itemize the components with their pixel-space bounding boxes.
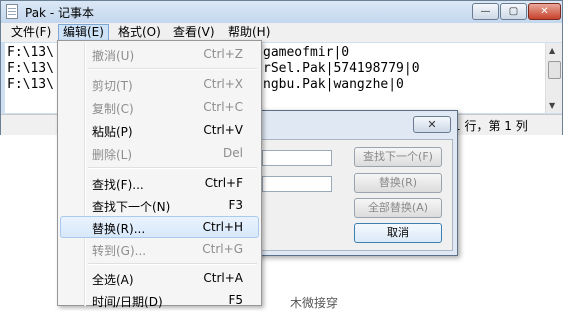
menu-item-label: 替换(R)... xyxy=(92,222,146,236)
menu-item-label: 粘贴(P) xyxy=(92,125,133,139)
scroll-thumb[interactable] xyxy=(548,61,561,79)
menu-item-shortcut: Ctrl+Z xyxy=(203,47,243,61)
cursor-position: 1 行，第 1 列 xyxy=(453,119,528,133)
replace-with-input[interactable] xyxy=(262,176,332,192)
cancel-button[interactable]: 取消 xyxy=(354,223,442,243)
editor-line-3-end: ngbu.Pak|wangzhe|0 xyxy=(263,77,404,92)
editor-line-2-start: F:\13\ xyxy=(7,61,54,76)
menu-format[interactable]: 格式(O) xyxy=(114,24,165,41)
menu-item-shortcut: Ctrl+G xyxy=(202,242,243,256)
menu-help[interactable]: 帮助(H) xyxy=(224,24,274,41)
find-what-input[interactable] xyxy=(262,150,332,166)
menu-edit[interactable]: 编辑(E) xyxy=(58,24,109,41)
menu-item-find-next[interactable]: 查找下一个(N) F3 xyxy=(60,194,259,216)
menu-item-label: 剪切(T) xyxy=(92,79,133,93)
maximize-button[interactable]: ▢ xyxy=(500,3,527,20)
menu-item-label: 转到(G)... xyxy=(92,244,147,258)
menu-item-undo[interactable]: 撤消(U) Ctrl+Z xyxy=(60,43,259,65)
scroll-down-icon[interactable]: ▼ xyxy=(549,101,555,110)
vertical-scrollbar[interactable]: ▲ ▼ xyxy=(545,43,562,113)
menu-item-delete[interactable]: 删除(L) Del xyxy=(60,142,259,164)
menu-item-cut[interactable]: 剪切(T) Ctrl+X xyxy=(60,73,259,95)
menu-item-label: 查找(F)... xyxy=(92,178,144,192)
menu-item-label: 复制(C) xyxy=(92,102,134,116)
editor-line-1-start: F:\13\ xyxy=(7,45,54,60)
menu-separator xyxy=(88,68,257,70)
menu-item-shortcut: F5 xyxy=(228,293,243,307)
replace-all-button[interactable]: 全部替换(A) xyxy=(354,198,442,218)
scroll-up-icon[interactable]: ▲ xyxy=(549,46,555,55)
menu-item-shortcut: Ctrl+F xyxy=(204,176,243,190)
menu-item-time-date[interactable]: 时间/日期(D) F5 xyxy=(60,289,259,311)
dialog-close-button[interactable]: ✕ xyxy=(413,116,451,133)
title-bar[interactable]: Pak - 记事本 — ▢ ✕ xyxy=(1,1,562,23)
menu-item-paste[interactable]: 粘贴(P) Ctrl+V xyxy=(60,119,259,141)
close-button[interactable]: ✕ xyxy=(528,3,561,20)
menu-view[interactable]: 查看(V) xyxy=(169,24,219,41)
minimize-button[interactable]: — xyxy=(472,3,499,20)
replace-button[interactable]: 替换(R) xyxy=(354,173,442,193)
menu-file[interactable]: 文件(F) xyxy=(7,24,55,41)
menu-item-label: 查找下一个(N) xyxy=(92,200,171,214)
menu-item-goto[interactable]: 转到(G)... Ctrl+G xyxy=(60,238,259,260)
menu-item-shortcut: Ctrl+H xyxy=(202,220,243,234)
menu-item-shortcut: Ctrl+A xyxy=(203,271,243,285)
edit-menu-dropdown: 撤消(U) Ctrl+Z 剪切(T) Ctrl+X 复制(C) Ctrl+C 粘… xyxy=(57,40,262,309)
menu-item-shortcut: Ctrl+V xyxy=(203,123,243,137)
menu-item-label: 时间/日期(D) xyxy=(92,295,163,309)
menu-item-shortcut: Ctrl+C xyxy=(203,100,243,114)
menu-item-shortcut: Ctrl+X xyxy=(203,77,243,91)
editor-line-2-end: rSel.Pak|574198779|0 xyxy=(263,61,420,76)
menu-item-copy[interactable]: 复制(C) Ctrl+C xyxy=(60,96,259,118)
menu-item-find[interactable]: 查找(F)... Ctrl+F xyxy=(60,172,259,194)
menu-separator xyxy=(88,167,257,169)
notepad-icon xyxy=(6,4,18,19)
editor-line-3-start: F:\13\ xyxy=(7,77,54,92)
menu-item-label: 删除(L) xyxy=(92,148,133,162)
menu-item-select-all[interactable]: 全选(A) Ctrl+A xyxy=(60,267,259,289)
find-next-button[interactable]: 查找下一个(F) xyxy=(354,147,442,167)
window-title: Pak - 记事本 xyxy=(25,6,94,20)
menu-item-shortcut: Del xyxy=(223,146,243,160)
menu-item-shortcut: F3 xyxy=(228,198,243,212)
menu-item-replace[interactable]: 替换(R)... Ctrl+H xyxy=(60,216,259,238)
menu-separator xyxy=(88,263,257,265)
background-text: 木微接穿 xyxy=(290,296,339,310)
menu-item-label: 撤消(U) xyxy=(92,49,135,63)
menu-item-label: 全选(A) xyxy=(92,273,134,287)
editor-line-1-end: gameofmir|0 xyxy=(263,45,350,60)
